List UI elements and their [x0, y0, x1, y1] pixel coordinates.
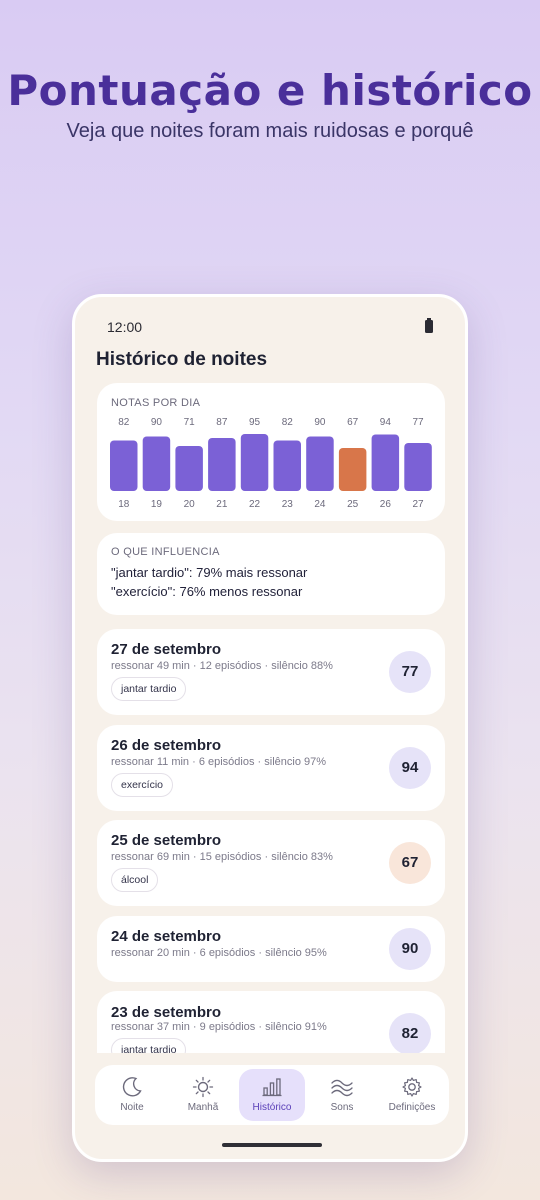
hero-subtitle: Veja que noites foram mais ruidosas e po…: [66, 120, 474, 142]
status-bar: 12:00: [75, 315, 465, 339]
influence-line: "jantar tardio": 79% mais ressonar: [111, 565, 308, 580]
nav-label: Sons: [330, 1102, 354, 1113]
phone-frame: 12:00 Histórico de noites NOTAS POR DIA …: [72, 294, 468, 1162]
night-tag: álcool: [111, 868, 159, 892]
score-badge: 77: [389, 651, 431, 693]
chart-category-label: 19: [151, 499, 163, 510]
chart-category-label: 25: [347, 499, 359, 510]
night-date: 27 de setembro: [111, 641, 222, 658]
sun-icon: [192, 1076, 214, 1098]
nav-item-definicoes[interactable]: Definições: [379, 1069, 445, 1121]
score-bar-chart: 82 18 90 19 71 20 87 21 95 22 82 23 90 24 67 25 94 26 77 27: [110, 417, 432, 510]
nav-label: Noite: [120, 1102, 144, 1113]
night-card[interactable]: 23 de setembro ressonar 37 min · 9 episó…: [97, 991, 445, 1053]
influence-card: O QUE INFLUENCIA "jantar tardio": 79% ma…: [97, 533, 445, 615]
score-badge: 67: [389, 842, 431, 884]
influence-caption: O QUE INFLUENCIA: [111, 546, 220, 558]
chart-bar: [208, 438, 236, 491]
nav-label: Histórico: [252, 1102, 292, 1113]
chart-value-label: 90: [314, 417, 326, 428]
hero-title: Pontuação e histórico: [7, 66, 533, 115]
chart-value-label: 95: [249, 417, 261, 428]
night-card[interactable]: 25 de setembro ressonar 69 min · 15 epis…: [97, 820, 445, 906]
night-date: 25 de setembro: [111, 832, 222, 849]
nav-item-noite[interactable]: Noite: [99, 1069, 165, 1121]
score-badge: 94: [389, 747, 431, 789]
nav-item-sons[interactable]: Sons: [309, 1069, 375, 1121]
page-title: Histórico de noites: [96, 349, 268, 370]
chart-bar: [240, 434, 269, 491]
chart-bar: [142, 436, 171, 491]
chart-value-label: 82: [282, 417, 294, 428]
chart-bar: [306, 436, 334, 491]
chart-bar: [175, 446, 203, 491]
bottom-nav: Noite Manhã Histórico Sons Definições: [95, 1065, 449, 1125]
chart-value-label: 77: [412, 417, 424, 428]
battery-icon: [425, 318, 433, 333]
chart-category-label: 18: [118, 499, 130, 510]
chart-bar: [273, 440, 301, 491]
chart-value-label: 87: [216, 417, 228, 428]
chart-value-label: 90: [151, 417, 163, 428]
chart-category-label: 27: [412, 499, 424, 510]
chart-category-label: 22: [249, 499, 261, 510]
bar-chart-icon: [262, 1078, 282, 1097]
score-badge: 82: [389, 1013, 431, 1053]
chart-bar: [338, 448, 367, 491]
night-tag: exercício: [111, 773, 174, 797]
night-date: 23 de setembro: [111, 1004, 222, 1021]
score-chart-card: NOTAS POR DIA 82 18 90 19 71 20 87 21 95 22 82 23 90…: [97, 383, 445, 521]
status-time: 12:00: [107, 319, 143, 335]
chart-bar: [404, 443, 432, 491]
chart-value-label: 71: [184, 417, 196, 428]
chart-bar: [110, 440, 138, 491]
home-indicator[interactable]: [222, 1143, 322, 1147]
chart-category-label: 21: [216, 499, 228, 510]
night-tag: jantar tardio: [111, 1038, 187, 1053]
chart-value-label: 94: [380, 417, 392, 428]
chart-category-label: 23: [282, 499, 294, 510]
night-tag: jantar tardio: [111, 677, 187, 701]
nav-item-historico[interactable]: Histórico: [239, 1069, 305, 1121]
nav-item-manha[interactable]: Manhã: [170, 1069, 236, 1121]
chart-bar: [371, 434, 400, 491]
score-badge: 90: [389, 928, 431, 970]
night-stats: ressonar 69 min · 15 episódios · silênci…: [111, 851, 333, 863]
night-card[interactable]: 26 de setembro ressonar 11 min · 6 episó…: [97, 725, 445, 811]
gear-icon: [402, 1077, 422, 1097]
night-stats: ressonar 37 min · 9 episódios · silêncio…: [111, 1021, 327, 1033]
chart-value-label: 82: [118, 417, 130, 428]
chart-category-label: 26: [380, 499, 392, 510]
nav-label: Definições: [388, 1102, 436, 1113]
waves-icon: [331, 1079, 353, 1097]
influence-line: "exercício": 76% menos ressonar: [111, 584, 303, 599]
night-stats: ressonar 11 min · 6 episódios · silêncio…: [111, 756, 327, 768]
night-stats: ressonar 49 min · 12 episódios · silênci…: [111, 660, 333, 672]
night-stats: ressonar 20 min · 6 episódios · silêncio…: [111, 947, 327, 959]
chart-value-label: 67: [347, 417, 359, 428]
moon-icon: [122, 1077, 142, 1097]
night-card[interactable]: 24 de setembro ressonar 20 min · 6 episó…: [97, 916, 445, 982]
night-date: 24 de setembro: [111, 928, 222, 945]
history-scroll-area[interactable]: NOTAS POR DIA 82 18 90 19 71 20 87 21 95 22 82 23 90…: [75, 383, 465, 1053]
nav-label: Manhã: [187, 1102, 219, 1113]
night-date: 26 de setembro: [111, 737, 222, 754]
chart-category-label: 24: [314, 499, 326, 510]
chart-category-label: 20: [184, 499, 196, 510]
night-card[interactable]: 27 de setembro ressonar 49 min · 12 epis…: [97, 629, 445, 715]
